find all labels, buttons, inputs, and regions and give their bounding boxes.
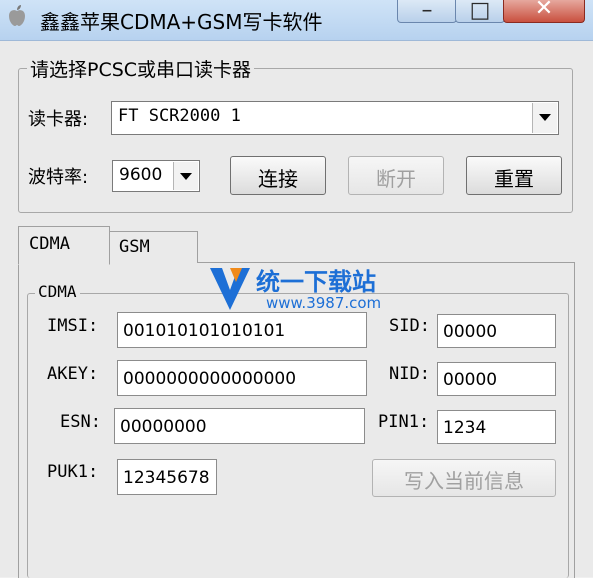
cdma-group-legend: CDMA <box>35 282 80 301</box>
sid-label: SID: <box>389 316 430 336</box>
esn-value: 00000000 <box>120 417 207 437</box>
tab-gsm[interactable]: GSM <box>108 231 198 263</box>
disconnect-button[interactable]: 断开 <box>348 156 444 195</box>
chevron-down-icon[interactable] <box>532 103 557 133</box>
baud-select[interactable]: 9600 <box>112 160 200 192</box>
tab-gsm-label: GSM <box>119 237 150 257</box>
close-icon: ✕ <box>534 0 554 21</box>
apple-logo-icon <box>9 5 25 26</box>
title-bar[interactable]: 鑫鑫苹果CDMA+GSM写卡软件 – □ ✕ <box>0 0 593 41</box>
close-button[interactable]: ✕ <box>503 0 585 23</box>
watermark-site: www.3987.com <box>266 294 382 312</box>
nid-field[interactable]: 00000 <box>437 362 556 396</box>
reader-select[interactable]: FT SCR2000 1 <box>111 101 559 135</box>
watermark-logo: 统一下载站 www.3987.com <box>208 262 388 318</box>
reset-button-label: 重置 <box>494 167 534 191</box>
reader-label: 读卡器: <box>28 109 89 130</box>
write-info-button-label: 写入当前信息 <box>404 469 524 493</box>
imsi-value: 001010101010101 <box>123 321 286 341</box>
write-info-button[interactable]: 写入当前信息 <box>372 459 556 497</box>
pin1-value: 1234 <box>443 418 487 438</box>
tab-cdma[interactable]: CDMA <box>18 226 110 265</box>
connect-button-label: 连接 <box>258 167 298 191</box>
akey-field[interactable]: 0000000000000000 <box>117 360 367 396</box>
maximize-button[interactable]: □ <box>455 0 505 23</box>
nid-value: 00000 <box>443 370 498 390</box>
sid-field[interactable]: 00000 <box>437 314 556 348</box>
maximize-icon: □ <box>469 0 491 23</box>
pin1-label: PIN1: <box>378 412 430 432</box>
imsi-label: IMSI: <box>47 316 99 336</box>
window-title: 鑫鑫苹果CDMA+GSM写卡软件 <box>40 10 323 34</box>
nid-label: NID: <box>389 364 430 384</box>
puk1-field[interactable]: 12345678 <box>117 459 217 495</box>
puk1-value: 12345678 <box>123 468 210 488</box>
tab-cdma-label: CDMA <box>29 234 70 254</box>
baud-label: 波特率: <box>28 167 89 188</box>
akey-value: 0000000000000000 <box>123 369 297 389</box>
pin1-field[interactable]: 1234 <box>437 410 556 444</box>
akey-label: AKEY: <box>47 364 99 384</box>
minimize-icon: – <box>421 0 433 23</box>
minimize-button[interactable]: – <box>397 0 457 23</box>
baud-select-value: 9600 <box>119 165 163 185</box>
reader-group-legend: 请选择PCSC或串口读卡器 <box>27 55 255 82</box>
chevron-down-icon[interactable] <box>173 162 198 190</box>
esn-field[interactable]: 00000000 <box>114 408 365 444</box>
sid-value: 00000 <box>443 322 498 342</box>
watermark-v-icon <box>210 268 250 310</box>
watermark-name: 统一下载站 <box>256 268 376 296</box>
connect-button[interactable]: 连接 <box>230 156 326 195</box>
puk1-label: PUK1: <box>47 462 99 482</box>
reader-select-value: FT SCR2000 1 <box>118 106 241 126</box>
reset-button[interactable]: 重置 <box>466 156 562 195</box>
app-window: 鑫鑫苹果CDMA+GSM写卡软件 – □ ✕ 请选择PCSC或串口读卡器 读卡器… <box>0 0 593 578</box>
disconnect-button-label: 断开 <box>376 167 416 191</box>
esn-label: ESN: <box>60 412 101 432</box>
